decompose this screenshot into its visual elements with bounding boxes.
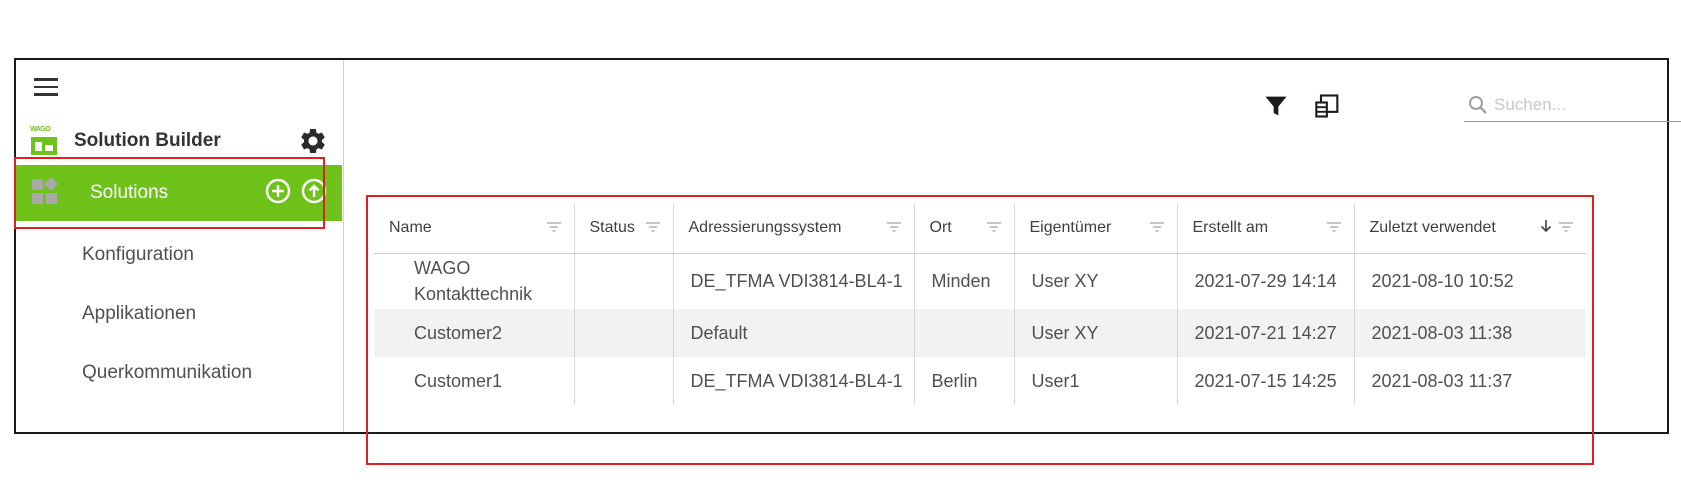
cell-last-used: 2021-08-03 11:37 (1371, 370, 1513, 391)
column-header-status[interactable]: Status (574, 203, 674, 254)
upload-circle-icon[interactable] (300, 177, 328, 205)
cell-name: WAGO Kontakttechnik (374, 253, 575, 309)
cell-created: 2021-07-15 14:25 (1177, 357, 1355, 405)
solutions-table: Name Status Adressierungssystem Ort Eige… (374, 203, 1586, 405)
sidebar-item-querkommunikation[interactable]: Querkommunikation (16, 347, 342, 399)
cell-location: Berlin (914, 357, 1015, 405)
column-filter-icon[interactable] (1558, 221, 1574, 233)
table-header-row: Name Status Adressierungssystem Ort Eige… (374, 203, 1586, 254)
cell-addressing: Default (673, 309, 915, 357)
cell-status (574, 357, 674, 405)
cell-addressing: DE_TFMA VDI3814-BL4-1 (673, 357, 915, 405)
gear-icon[interactable] (298, 126, 328, 156)
cell-name: Customer1 (374, 357, 575, 405)
column-header-addressing[interactable]: Adressierungssystem (673, 203, 915, 254)
sort-down-icon[interactable] (1540, 219, 1552, 233)
search-input[interactable] (1492, 93, 1662, 116)
filter-icon[interactable] (1262, 92, 1290, 120)
sidebar-item-label: Solutions (90, 182, 169, 203)
sidebar-item-konfiguration[interactable]: Konfiguration (16, 229, 342, 281)
table-row[interactable]: Customer1 DE_TFMA VDI3814-BL4-1 Berlin U… (374, 357, 1586, 405)
cell-created: 2021-07-21 14:27 (1177, 309, 1355, 357)
cell-name: Customer2 (374, 309, 575, 357)
app-title: Solution Builder (74, 130, 221, 151)
sidebar-item-label: Konfiguration (82, 244, 194, 265)
cell-status (574, 309, 674, 357)
sidebar-item-label: Applikationen (82, 303, 197, 324)
cell-location: Minden (914, 253, 1015, 309)
table-row[interactable]: Customer2 Default User XY 2021-07-21 14:… (374, 309, 1586, 357)
sidebar-item-solutions[interactable]: Solutions (16, 165, 342, 221)
table-row[interactable]: WAGO Kontakttechnik DE_TFMA VDI3814-BL4-… (374, 253, 1586, 309)
cell-status (574, 253, 674, 309)
cell-owner: User1 (1014, 357, 1178, 405)
sidebar-item-applikationen[interactable]: Applikationen (16, 288, 342, 340)
cell-owner: User XY (1014, 309, 1178, 357)
cell-last-used: 2021-08-03 11:38 (1354, 309, 1586, 357)
column-filter-icon[interactable] (1149, 221, 1165, 233)
column-filter-icon[interactable] (546, 221, 562, 233)
column-header-owner[interactable]: Eigentümer (1014, 203, 1178, 254)
add-circle-icon[interactable] (264, 177, 292, 205)
columns-icon[interactable] (1314, 92, 1342, 120)
column-filter-icon[interactable] (645, 221, 661, 233)
search-box (1464, 88, 1681, 122)
sidebar-item-label: Querkommunikation (82, 362, 253, 383)
column-header-location[interactable]: Ort (914, 203, 1015, 254)
cell-addressing: DE_TFMA VDI3814-BL4-1 (673, 253, 915, 309)
column-header-name[interactable]: Name (374, 203, 575, 254)
cell-last-used: 2021-08-10 10:52 (1371, 270, 1514, 291)
app-window: WAGO Solution Builder Solutions Konfigur… (14, 58, 1681, 465)
apps-icon (32, 176, 60, 207)
column-header-last-used[interactable]: Zuletzt verwendet (1354, 203, 1586, 254)
cell-location (914, 309, 1015, 357)
search-icon (1469, 95, 1487, 114)
column-header-created[interactable]: Erstellt am (1177, 203, 1355, 254)
cell-created: 2021-07-29 14:14 (1177, 253, 1355, 309)
menu-icon[interactable] (34, 78, 58, 96)
column-filter-icon[interactable] (986, 221, 1002, 233)
cell-owner: User XY (1014, 253, 1178, 309)
brand: WAGO Solution Builder (30, 126, 221, 156)
column-filter-icon[interactable] (1326, 221, 1342, 233)
sidebar: WAGO Solution Builder Solutions Konfigur… (16, 60, 344, 432)
column-filter-icon[interactable] (886, 221, 902, 233)
wago-logo-icon: WAGO (30, 126, 60, 156)
